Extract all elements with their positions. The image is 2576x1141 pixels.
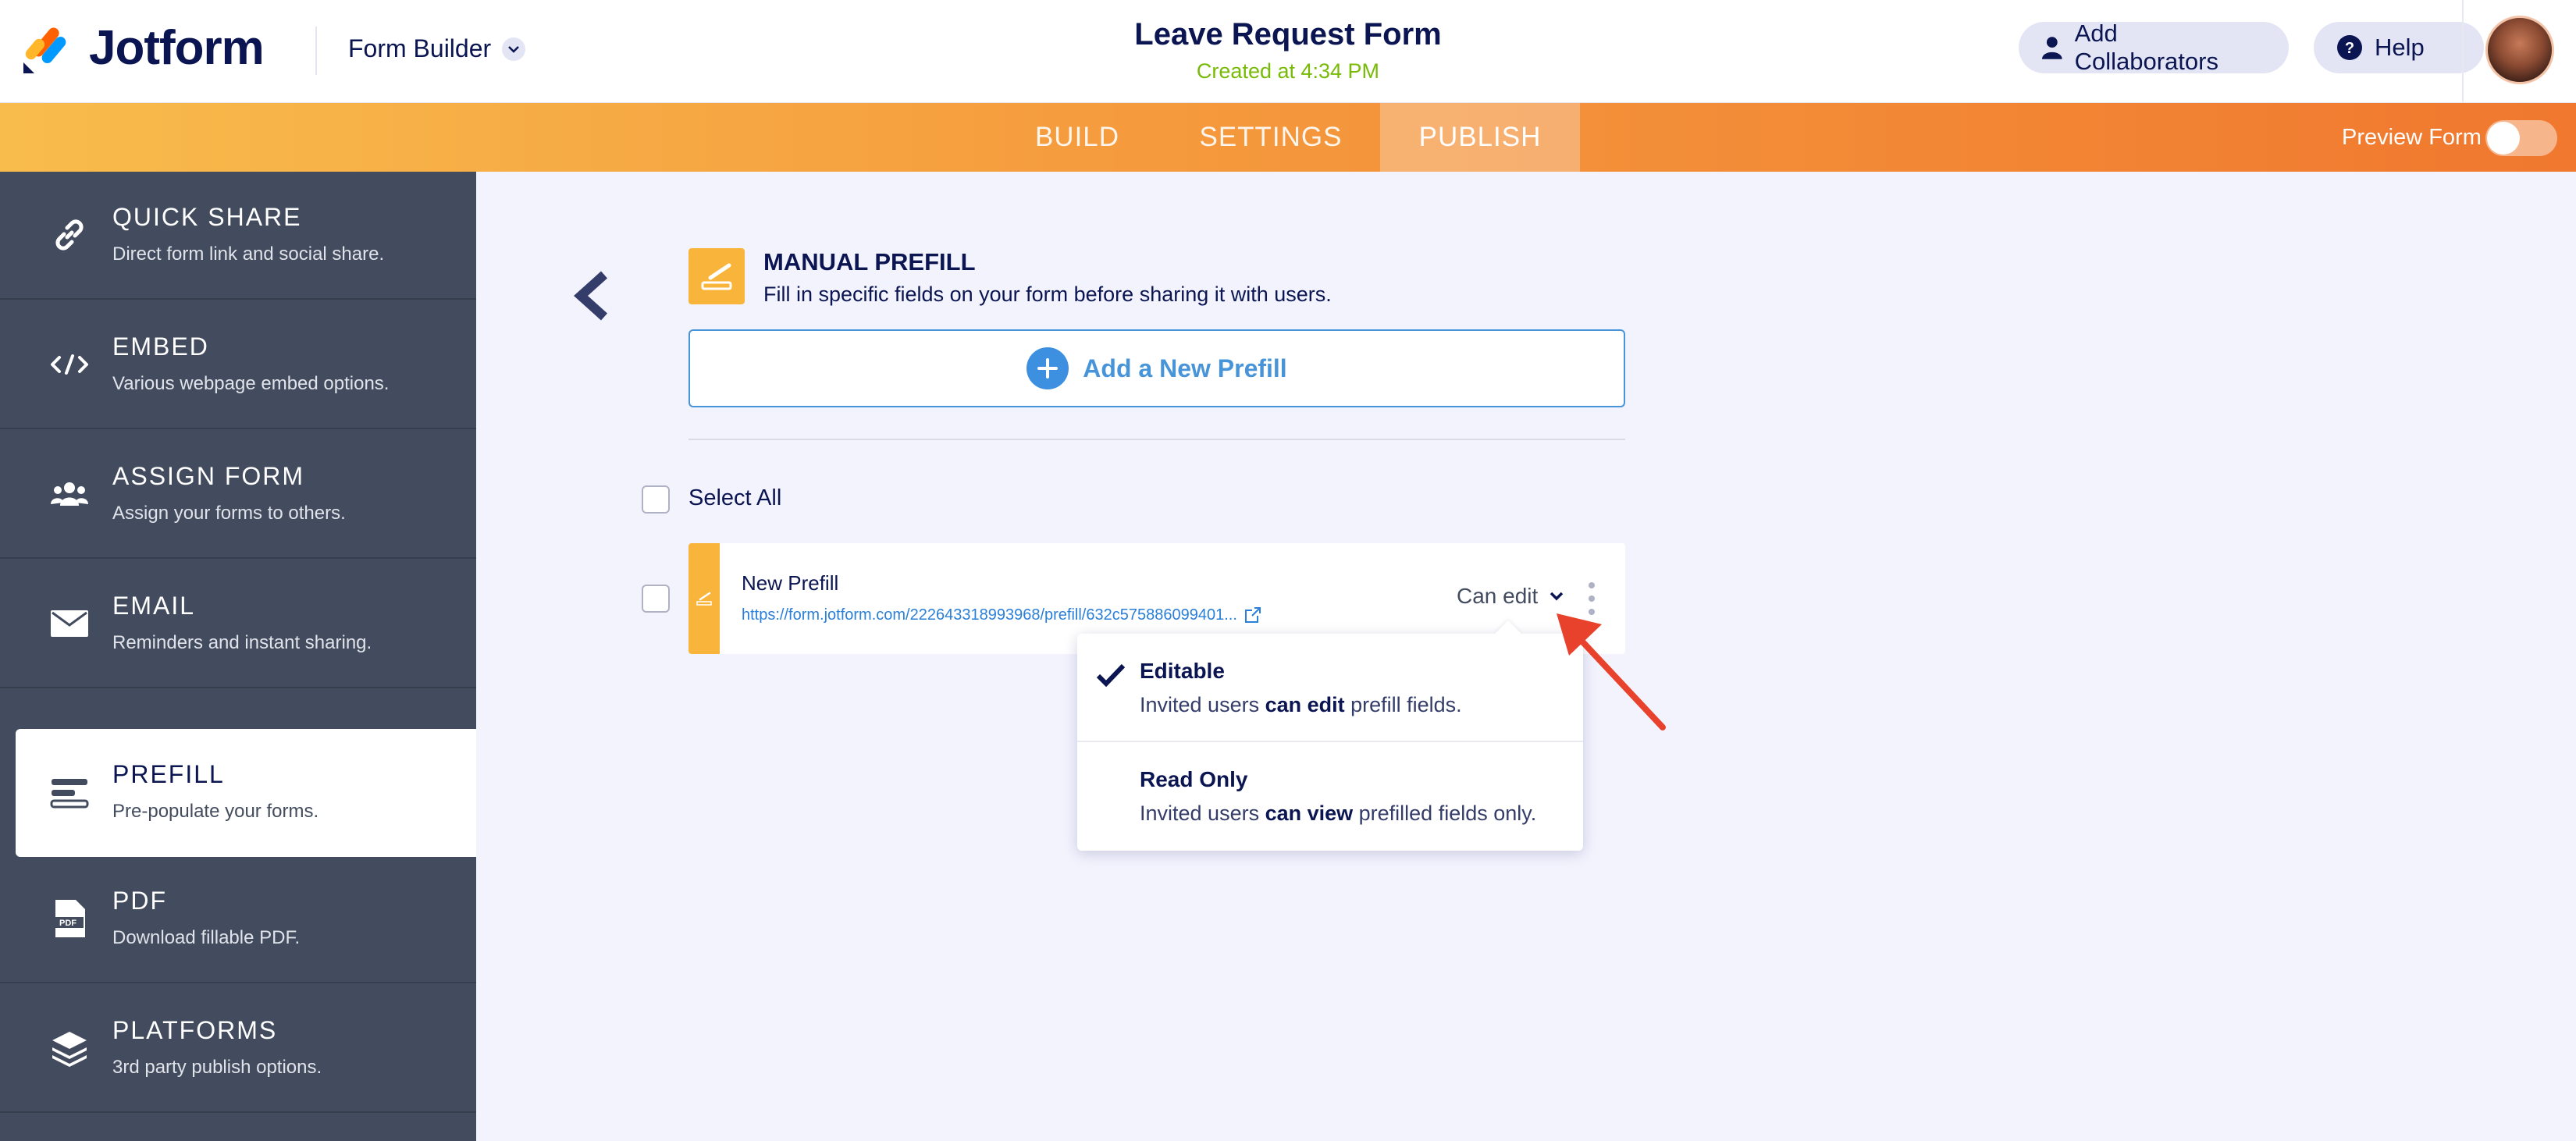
form-builder-label: Form Builder: [348, 34, 492, 62]
svg-text:PDF: PDF: [59, 919, 76, 928]
manual-prefill-title: MANUAL PREFILL: [763, 248, 976, 275]
chevron-down-icon: [1550, 592, 1564, 601]
menu-item-desc: Invited users can edit prefill fields.: [1140, 693, 1462, 716]
builder-nav: BUILD SETTINGS PUBLISH Preview Form: [0, 103, 2576, 172]
add-collaborators-label: Add Collaborators: [2074, 20, 2218, 75]
sidebar-item-desc: Pre-populate your forms.: [112, 801, 319, 822]
select-all-label[interactable]: Select All: [688, 485, 781, 511]
permission-label: Can edit: [1457, 584, 1539, 608]
manual-prefill-description: Fill in specific fields on your form bef…: [763, 283, 1332, 306]
layers-icon: [48, 1027, 91, 1069]
annotation-arrow-icon: [1557, 613, 1666, 730]
select-all-checkbox[interactable]: [642, 485, 670, 514]
link-icon: [48, 214, 91, 256]
sidebar-item-desc: Assign your forms to others.: [112, 503, 346, 524]
toggle-knob: [2487, 122, 2520, 155]
sidebar-item-title: EMBED: [112, 332, 209, 361]
prefill-link[interactable]: https://form.jotform.com/222643318993968…: [742, 606, 1237, 624]
external-link-icon[interactable]: [1244, 606, 1262, 624]
sidebar-item-platforms[interactable]: PLATFORMS 3rd party publish options.: [0, 985, 476, 1113]
sidebar-item-desc: 3rd party publish options.: [112, 1057, 322, 1078]
top-header: Jotform Form Builder Leave Request Form …: [0, 0, 2576, 103]
sidebar-item-desc: Download fillable PDF.: [112, 927, 301, 948]
manual-prefill-icon: [688, 248, 745, 304]
permission-dropdown[interactable]: Can edit: [1457, 584, 1564, 609]
help-label: Help: [2375, 34, 2425, 61]
form-title[interactable]: Leave Request Form: [1134, 17, 1441, 52]
menu-item-read-only[interactable]: Read Only Invited users can view prefill…: [1077, 742, 1583, 851]
publish-sidebar: QUICK SHARE Direct form link and social …: [0, 172, 476, 1141]
add-collaborators-button[interactable]: Add Collaborators: [2019, 20, 2289, 75]
section-divider: [688, 439, 1625, 440]
sidebar-item-assign-form[interactable]: ASSIGN FORM Assign your forms to others.: [0, 431, 476, 559]
sidebar-item-title: EMAIL: [112, 592, 196, 620]
plus-icon: [1026, 347, 1069, 389]
preview-form-toggle[interactable]: [2485, 120, 2557, 156]
sidebar-item-desc: Direct form link and social share.: [112, 243, 385, 265]
brand-name[interactable]: Jotform: [89, 20, 265, 76]
sidebar-item-prefill[interactable]: PREFILL Pre-populate your forms.: [16, 729, 476, 857]
checkmark-icon: [1096, 663, 1126, 688]
permission-menu: Editable Invited users can edit prefill …: [1077, 620, 1583, 851]
tab-publish[interactable]: PUBLISH: [1380, 103, 1580, 172]
sidebar-item-desc: Reminders and instant sharing.: [112, 632, 372, 653]
envelope-icon: [48, 602, 91, 645]
sidebar-item-title: ASSIGN FORM: [112, 462, 305, 490]
chevron-down-icon: [502, 37, 526, 61]
sidebar-item-pdf[interactable]: PDF PDF Download fillable PDF.: [0, 855, 476, 983]
prefill-row-icon: [688, 543, 720, 654]
back-arrow-icon[interactable]: [570, 268, 614, 323]
menu-item-title: Editable: [1140, 659, 1225, 683]
avatar[interactable]: [2485, 16, 2554, 84]
menu-item-editable[interactable]: Editable Invited users can edit prefill …: [1077, 634, 1583, 742]
sidebar-item-title: PDF: [112, 887, 167, 915]
menu-item-title: Read Only: [1140, 767, 1248, 791]
sidebar-item-title: QUICK SHARE: [112, 203, 302, 231]
svg-text:?: ?: [2345, 40, 2354, 57]
prefill-name: New Prefill: [742, 571, 839, 595]
code-icon: [48, 343, 91, 386]
help-button[interactable]: ? Help: [2314, 22, 2484, 73]
header-divider-right: [2462, 0, 2464, 103]
sidebar-item-embed[interactable]: EMBED Various webpage embed options.: [0, 301, 476, 429]
help-icon: ?: [2337, 35, 2362, 60]
menu-item-desc: Invited users can view prefilled fields …: [1140, 802, 1537, 825]
add-new-prefill-button[interactable]: Add a New Prefill: [688, 329, 1625, 407]
pdf-icon: PDF: [48, 898, 91, 940]
tab-build[interactable]: BUILD: [1018, 103, 1137, 172]
add-new-prefill-label: Add a New Prefill: [1083, 354, 1287, 382]
sidebar-item-title: PREFILL: [112, 760, 225, 788]
sidebar-item-desc: Various webpage embed options.: [112, 373, 390, 394]
tab-settings[interactable]: SETTINGS: [1182, 103, 1360, 172]
sidebar-item-title: PLATFORMS: [112, 1016, 278, 1044]
sidebar-item-quick-share[interactable]: QUICK SHARE Direct form link and social …: [0, 172, 476, 300]
preview-form-label: Preview Form: [2342, 125, 2482, 150]
user-icon: [2042, 37, 2062, 59]
prefill-link-wrap: https://form.jotform.com/222643318993968…: [742, 606, 1262, 624]
sidebar-item-email[interactable]: EMAIL Reminders and instant sharing.: [0, 560, 476, 688]
prefill-icon: [48, 772, 91, 814]
header-divider: [315, 27, 317, 75]
prefill-row-checkbox[interactable]: [642, 585, 670, 613]
users-icon: [48, 473, 91, 515]
jotform-logo-icon[interactable]: [22, 23, 70, 75]
form-builder-menu[interactable]: Form Builder: [348, 34, 526, 63]
